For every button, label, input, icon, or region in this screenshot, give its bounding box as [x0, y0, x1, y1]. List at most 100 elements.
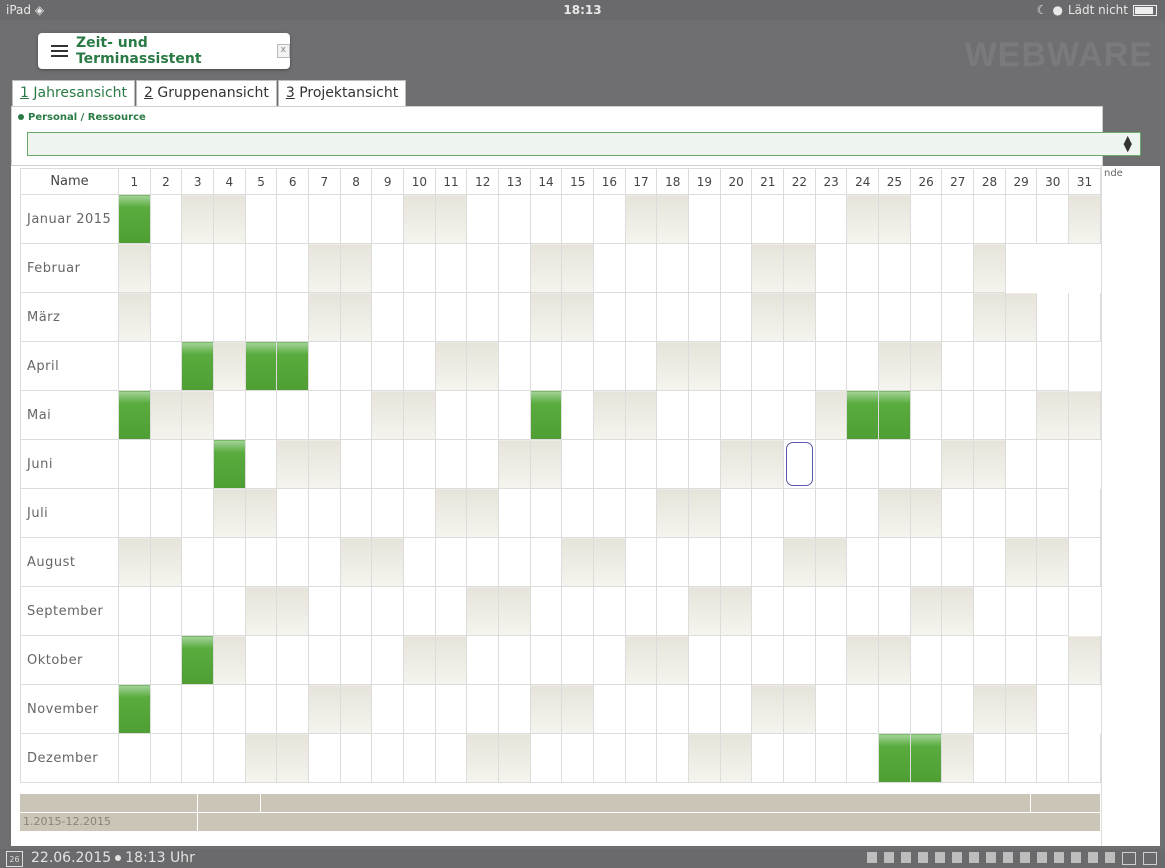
weekend-cell[interactable]: [688, 341, 721, 391]
day-cell[interactable]: [624, 733, 658, 783]
day-cell[interactable]: [624, 341, 658, 391]
weekend-cell[interactable]: [814, 537, 848, 587]
day-cell[interactable]: [593, 684, 626, 734]
day-cell[interactable]: [466, 194, 500, 244]
weekend-cell[interactable]: [244, 586, 278, 636]
day-cell[interactable]: [181, 684, 214, 734]
weekend-cell[interactable]: [498, 439, 531, 489]
day-cell[interactable]: [878, 243, 911, 293]
weekend-cell[interactable]: [719, 586, 753, 636]
day-cell[interactable]: [339, 635, 373, 685]
day-cell[interactable]: [814, 341, 848, 391]
day-cell[interactable]: [434, 439, 468, 489]
day-cell[interactable]: [498, 243, 531, 293]
weekend-cell[interactable]: [117, 292, 151, 342]
event-cell[interactable]: [276, 341, 310, 391]
day-cell[interactable]: [688, 439, 721, 489]
day-cell[interactable]: [371, 439, 405, 489]
day-cell[interactable]: [308, 488, 341, 538]
day-cell[interactable]: [149, 292, 183, 342]
day-cell[interactable]: [1036, 292, 1070, 342]
day-cell[interactable]: [308, 341, 341, 391]
puzzle-icon[interactable]: [1088, 852, 1098, 863]
day-cell[interactable]: [403, 292, 436, 342]
day-cell[interactable]: [846, 586, 880, 636]
event-cell[interactable]: [878, 390, 911, 440]
weekend-cell[interactable]: [751, 243, 785, 293]
weekend-cell[interactable]: [1004, 292, 1038, 342]
day-cell[interactable]: [624, 243, 658, 293]
day-cell[interactable]: [814, 488, 848, 538]
day-cell[interactable]: [529, 537, 563, 587]
day-cell[interactable]: [593, 292, 626, 342]
weekend-cell[interactable]: [466, 586, 500, 636]
day-cell[interactable]: [656, 586, 690, 636]
weekend-cell[interactable]: [244, 733, 278, 783]
day-cell[interactable]: [878, 537, 911, 587]
network-icon[interactable]: [952, 852, 962, 863]
weekend-cell[interactable]: [783, 537, 816, 587]
day-cell[interactable]: [624, 439, 658, 489]
selected-day-cell[interactable]: [783, 439, 816, 489]
day-cell[interactable]: [719, 488, 753, 538]
day-cell[interactable]: [466, 537, 500, 587]
day-cell[interactable]: [656, 292, 690, 342]
day-cell[interactable]: [561, 439, 595, 489]
day-cell[interactable]: [814, 684, 848, 734]
day-cell[interactable]: [751, 635, 785, 685]
day-cell[interactable]: [1004, 194, 1038, 244]
weekend-cell[interactable]: [814, 390, 848, 440]
day-cell[interactable]: [973, 194, 1006, 244]
weekend-cell[interactable]: [466, 733, 500, 783]
bar-icon[interactable]: [901, 852, 911, 863]
day-cell[interactable]: [878, 684, 911, 734]
day-cell[interactable]: [276, 292, 310, 342]
event-cell[interactable]: [909, 733, 943, 783]
weekend-cell[interactable]: [783, 243, 816, 293]
day-cell[interactable]: [339, 194, 373, 244]
day-cell[interactable]: [751, 537, 785, 587]
day-cell[interactable]: [403, 537, 436, 587]
day-cell[interactable]: [181, 733, 214, 783]
day-cell[interactable]: [371, 684, 405, 734]
day-cell[interactable]: [561, 194, 595, 244]
day-cell[interactable]: [371, 292, 405, 342]
day-cell[interactable]: [783, 194, 816, 244]
day-cell[interactable]: [498, 194, 531, 244]
calendar-small-icon[interactable]: [1105, 852, 1115, 863]
day-cell[interactable]: [941, 684, 975, 734]
day-cell[interactable]: [688, 684, 721, 734]
flask-icon[interactable]: [1003, 852, 1013, 863]
day-cell[interactable]: [1036, 635, 1070, 685]
day-cell[interactable]: [213, 586, 246, 636]
day-cell[interactable]: [276, 390, 310, 440]
day-cell[interactable]: [593, 488, 626, 538]
day-cell[interactable]: [909, 439, 943, 489]
day-cell[interactable]: [1068, 488, 1101, 538]
day-cell[interactable]: [1068, 292, 1101, 342]
weekend-cell[interactable]: [561, 537, 595, 587]
clipboard-icon[interactable]: [935, 852, 945, 863]
day-cell[interactable]: [941, 341, 975, 391]
weekend-cell[interactable]: [529, 684, 563, 734]
day-cell[interactable]: [149, 488, 183, 538]
weekend-cell[interactable]: [941, 439, 975, 489]
weekend-cell[interactable]: [276, 439, 310, 489]
day-cell[interactable]: [593, 586, 626, 636]
weekend-cell[interactable]: [624, 635, 658, 685]
weekend-cell[interactable]: [1036, 537, 1070, 587]
day-cell[interactable]: [814, 243, 848, 293]
close-icon[interactable]: x: [276, 44, 290, 58]
day-cell[interactable]: [909, 684, 943, 734]
day-cell[interactable]: [466, 635, 500, 685]
day-cell[interactable]: [814, 292, 848, 342]
day-cell[interactable]: [593, 243, 626, 293]
day-cell[interactable]: [719, 390, 753, 440]
day-cell[interactable]: [973, 537, 1006, 587]
weekend-cell[interactable]: [561, 684, 595, 734]
day-cell[interactable]: [149, 341, 183, 391]
day-cell[interactable]: [276, 488, 310, 538]
day-cell[interactable]: [339, 341, 373, 391]
day-cell[interactable]: [688, 292, 721, 342]
weekend-cell[interactable]: [624, 390, 658, 440]
